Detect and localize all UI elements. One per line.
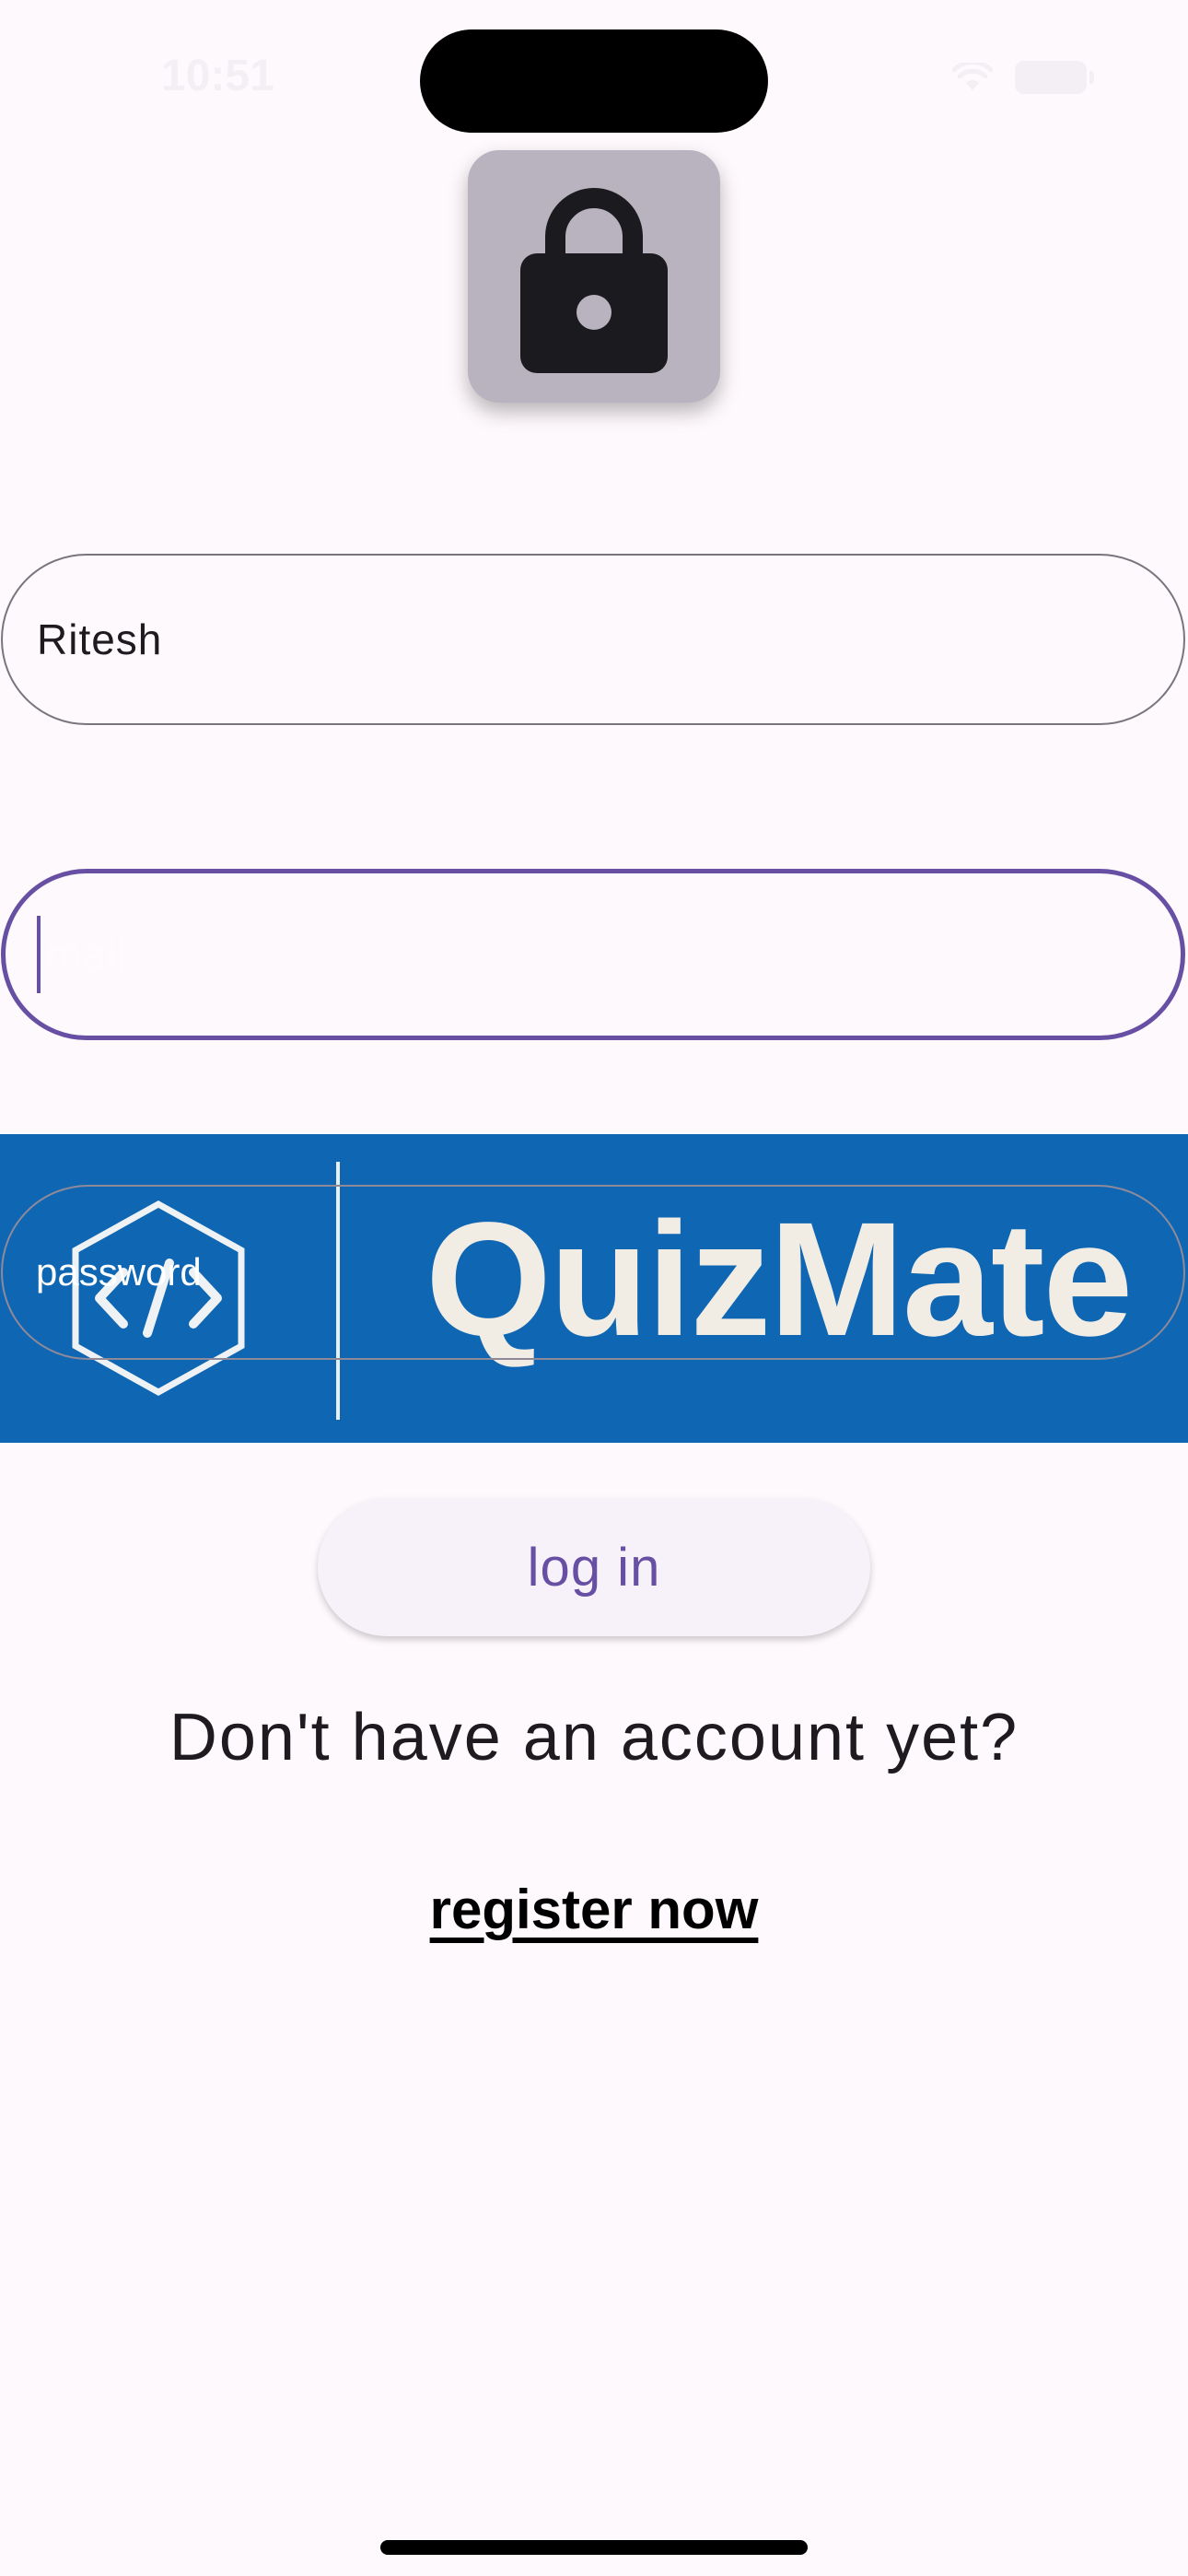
register-prompt: Don't have an account yet? xyxy=(169,1701,1019,1774)
dynamic-island xyxy=(420,29,768,133)
status-time: 10:51 xyxy=(161,52,274,100)
lock-tile xyxy=(468,150,720,403)
login-screen: 10:51 Ritesh mail QuizMate password log … xyxy=(0,0,1188,2576)
password-placeholder: password xyxy=(36,1250,202,1294)
lock-icon xyxy=(520,180,668,373)
email-field[interactable]: mail xyxy=(1,869,1185,1040)
text-caret xyxy=(37,916,41,993)
username-field[interactable]: Ritesh xyxy=(1,554,1185,725)
password-field[interactable]: password xyxy=(1,1185,1185,1360)
username-value: Ritesh xyxy=(37,615,163,663)
login-button[interactable]: log in xyxy=(318,1498,870,1636)
login-button-label: log in xyxy=(527,1537,661,1598)
status-indicators xyxy=(952,61,1094,94)
wifi-icon xyxy=(952,63,993,90)
battery-icon xyxy=(1015,61,1094,94)
home-indicator[interactable] xyxy=(380,2540,808,2555)
email-value: mail xyxy=(46,931,128,978)
register-link[interactable]: register now xyxy=(0,1878,1188,1941)
